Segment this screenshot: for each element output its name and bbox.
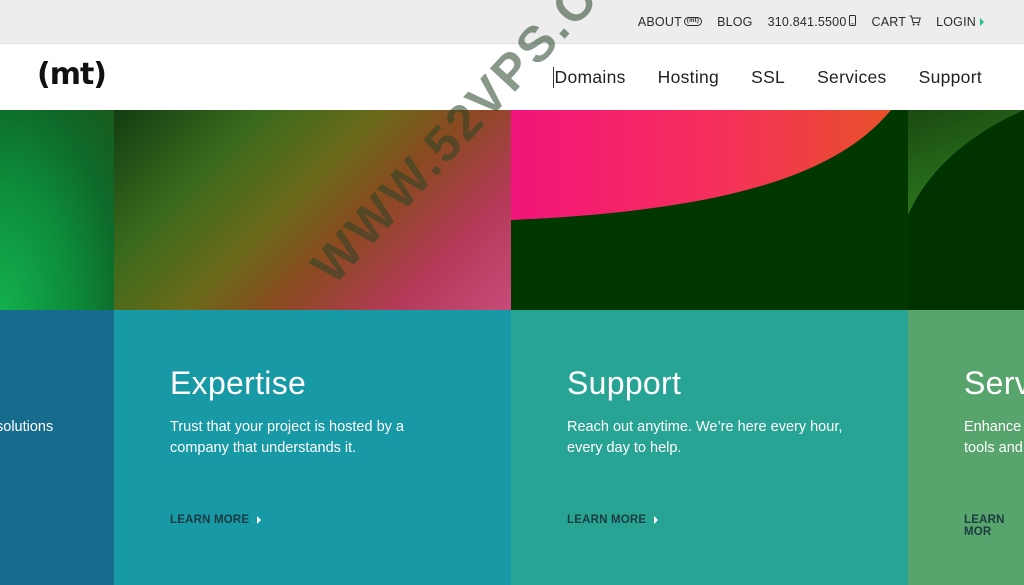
blog-link[interactable]: BLOG — [717, 15, 753, 29]
arrow-right-icon — [980, 17, 984, 26]
panel-expertise-title: Expertise — [170, 365, 307, 401]
nav-services[interactable]: Services — [817, 67, 887, 88]
panel-expertise: Expertise Trust that your project is hos… — [114, 110, 511, 585]
main-header: (mt) Domains Hosting SSL Services Suppor… — [0, 44, 1024, 110]
panel-support-title: Support — [567, 365, 682, 401]
phone-number: 310.841.5500 — [767, 14, 847, 29]
panel-left-body: solutions — [0, 310, 114, 585]
expertise-learn-more-label: LEARN MORE — [170, 514, 250, 526]
panel-right-body: Serv Enhance tools and LEARN MOR — [908, 310, 1024, 585]
panel-support: Support Reach out anytime. We’re here ev… — [511, 110, 908, 585]
panel-expertise-body: Expertise Trust that your project is hos… — [114, 310, 511, 585]
main-nav: Domains Hosting SSL Services Support — [552, 44, 983, 110]
utility-nav: ABOUT (mt) BLOG 310.841.5500 CART LOGIN — [623, 0, 984, 43]
panel-support-desc-line2: every day to help. — [567, 440, 682, 456]
panel-right-title: Serv — [964, 365, 1024, 401]
cart-label: CART — [871, 14, 907, 29]
support-learn-more-label: LEARN MORE — [567, 514, 647, 526]
about-label: ABOUT — [637, 14, 682, 29]
right-learn-more-label: LEARN MOR — [964, 514, 1005, 538]
panel-left-art — [0, 110, 114, 310]
nav-domains[interactable]: Domains — [552, 66, 626, 88]
panel-support-art — [511, 110, 908, 310]
nav-ssl[interactable]: SSL — [751, 67, 785, 88]
logo[interactable]: (mt) — [37, 57, 107, 92]
support-learn-more-link[interactable]: LEARN MORE — [567, 514, 659, 526]
panel-expertise-desc: Trust that your project is hosted by a co… — [170, 417, 404, 459]
panel-expertise-desc-line1: Trust that your project is hosted by a — [170, 419, 404, 435]
expertise-learn-more-link[interactable]: LEARN MORE — [170, 514, 262, 526]
panel-support-body: Support Reach out anytime. We’re here ev… — [511, 310, 908, 585]
phone-link[interactable]: 310.841.5500 — [767, 14, 857, 29]
utility-bar: ABOUT (mt) BLOG 310.841.5500 CART LOGIN — [0, 0, 1024, 44]
about-badge: (mt) — [683, 17, 703, 26]
panel-left-desc: solutions — [0, 419, 54, 435]
login-link[interactable]: LOGIN — [936, 15, 984, 29]
panel-right-desc-line2: tools and — [964, 440, 1023, 456]
nav-support[interactable]: Support — [919, 67, 982, 88]
panel-support-desc-line1: Reach out anytime. We’re here every hour… — [567, 419, 843, 435]
arrow-right-icon — [654, 516, 659, 524]
panel-left: solutions — [0, 110, 114, 585]
panel-expertise-desc-line2: company that understands it. — [170, 440, 357, 456]
phone-icon — [849, 14, 857, 29]
cart-link[interactable]: CART — [871, 15, 921, 29]
arrow-right-icon — [257, 516, 262, 524]
panel-right-art — [908, 110, 1024, 310]
login-label: LOGIN — [936, 14, 976, 29]
cart-icon — [909, 15, 921, 29]
nav-hosting[interactable]: Hosting — [658, 67, 719, 88]
panel-right-desc-line1: Enhance — [964, 419, 1022, 435]
about-link[interactable]: ABOUT (mt) — [637, 14, 703, 29]
panel-support-desc: Reach out anytime. We’re here every hour… — [567, 417, 842, 459]
panel-right: Serv Enhance tools and LEARN MOR — [908, 110, 1024, 585]
right-learn-more-link[interactable]: LEARN MOR — [964, 514, 1024, 538]
panel-right-desc: Enhance tools and — [964, 417, 1023, 459]
panel-expertise-art — [114, 110, 511, 310]
